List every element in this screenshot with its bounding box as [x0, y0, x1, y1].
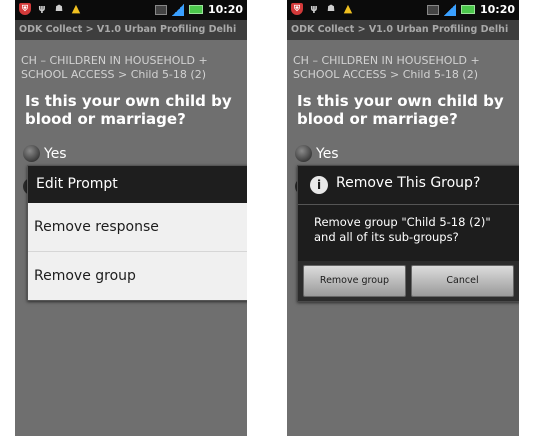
- edit-prompt-menu: Edit Prompt Remove response Remove group: [27, 165, 247, 301]
- remove-group-button[interactable]: Remove group: [303, 265, 406, 297]
- question-text: Is this your own child by blood or marri…: [297, 92, 504, 128]
- remove-group-dialog: i Remove This Group? Remove group "Child…: [297, 165, 519, 302]
- phone-screen-right: ⛨ ψ ☗ ▲ 10:20 ODK Collect > V1.0 Urban P…: [287, 0, 519, 436]
- menu-title: Edit Prompt: [28, 166, 247, 203]
- usb-icon: ψ: [38, 4, 46, 14]
- radio-option-yes[interactable]: Yes: [23, 145, 67, 162]
- info-icon: i: [310, 176, 328, 194]
- cancel-button[interactable]: Cancel: [411, 265, 514, 297]
- app-title-bar: ODK Collect > V1.0 Urban Profiling Delhi: [15, 20, 247, 40]
- android-icon: ☗: [54, 4, 64, 14]
- status-bar: ⛨ ψ ☗ ▲ 10:20: [15, 0, 247, 20]
- clock: 10:20: [207, 3, 243, 16]
- breadcrumb: CH – CHILDREN IN HOUSEHOLD + SCHOOL ACCE…: [293, 54, 480, 81]
- dialog-header: i Remove This Group?: [298, 166, 519, 205]
- clock: 10:20: [479, 3, 515, 16]
- radio-button-icon[interactable]: [295, 145, 312, 162]
- form-content: CH – CHILDREN IN HOUSEHOLD + SCHOOL ACCE…: [15, 40, 247, 436]
- breadcrumb: CH – CHILDREN IN HOUSEHOLD + SCHOOL ACCE…: [21, 54, 208, 81]
- dialog-message: Remove group "Child 5-18 (2)" and all of…: [314, 215, 491, 244]
- form-content: CH – CHILDREN IN HOUSEHOLD + SCHOOL ACCE…: [287, 40, 519, 436]
- battery-icon: [188, 5, 203, 14]
- dialog-title: Remove This Group?: [336, 175, 481, 191]
- shield-icon: ⛨: [291, 3, 303, 15]
- menu-item-remove-group[interactable]: Remove group: [28, 252, 247, 300]
- usb-icon: ψ: [310, 4, 318, 14]
- android-icon: ☗: [326, 4, 336, 14]
- radio-button-icon[interactable]: [23, 145, 40, 162]
- flag-icon: [154, 4, 167, 15]
- signal-icon: [171, 3, 184, 16]
- battery-icon: [460, 5, 475, 14]
- app-title-bar: ODK Collect > V1.0 Urban Profiling Delhi: [287, 20, 519, 40]
- warning-icon: ▲: [343, 2, 353, 15]
- dialog-button-bar: Remove group Cancel: [298, 261, 519, 301]
- warning-icon: ▲: [71, 2, 81, 15]
- phone-screen-left: ⛨ ψ ☗ ▲ 10:20 ODK Collect > V1.0 Urban P…: [15, 0, 247, 436]
- question-text: Is this your own child by blood or marri…: [25, 92, 232, 128]
- flag-icon: [426, 4, 439, 15]
- radio-label-yes: Yes: [44, 145, 67, 162]
- status-bar: ⛨ ψ ☗ ▲ 10:20: [287, 0, 519, 20]
- radio-option-yes[interactable]: Yes: [295, 145, 339, 162]
- radio-label-yes: Yes: [316, 145, 339, 162]
- shield-icon: ⛨: [19, 3, 31, 15]
- signal-icon: [443, 3, 456, 16]
- menu-item-remove-response[interactable]: Remove response: [28, 203, 247, 252]
